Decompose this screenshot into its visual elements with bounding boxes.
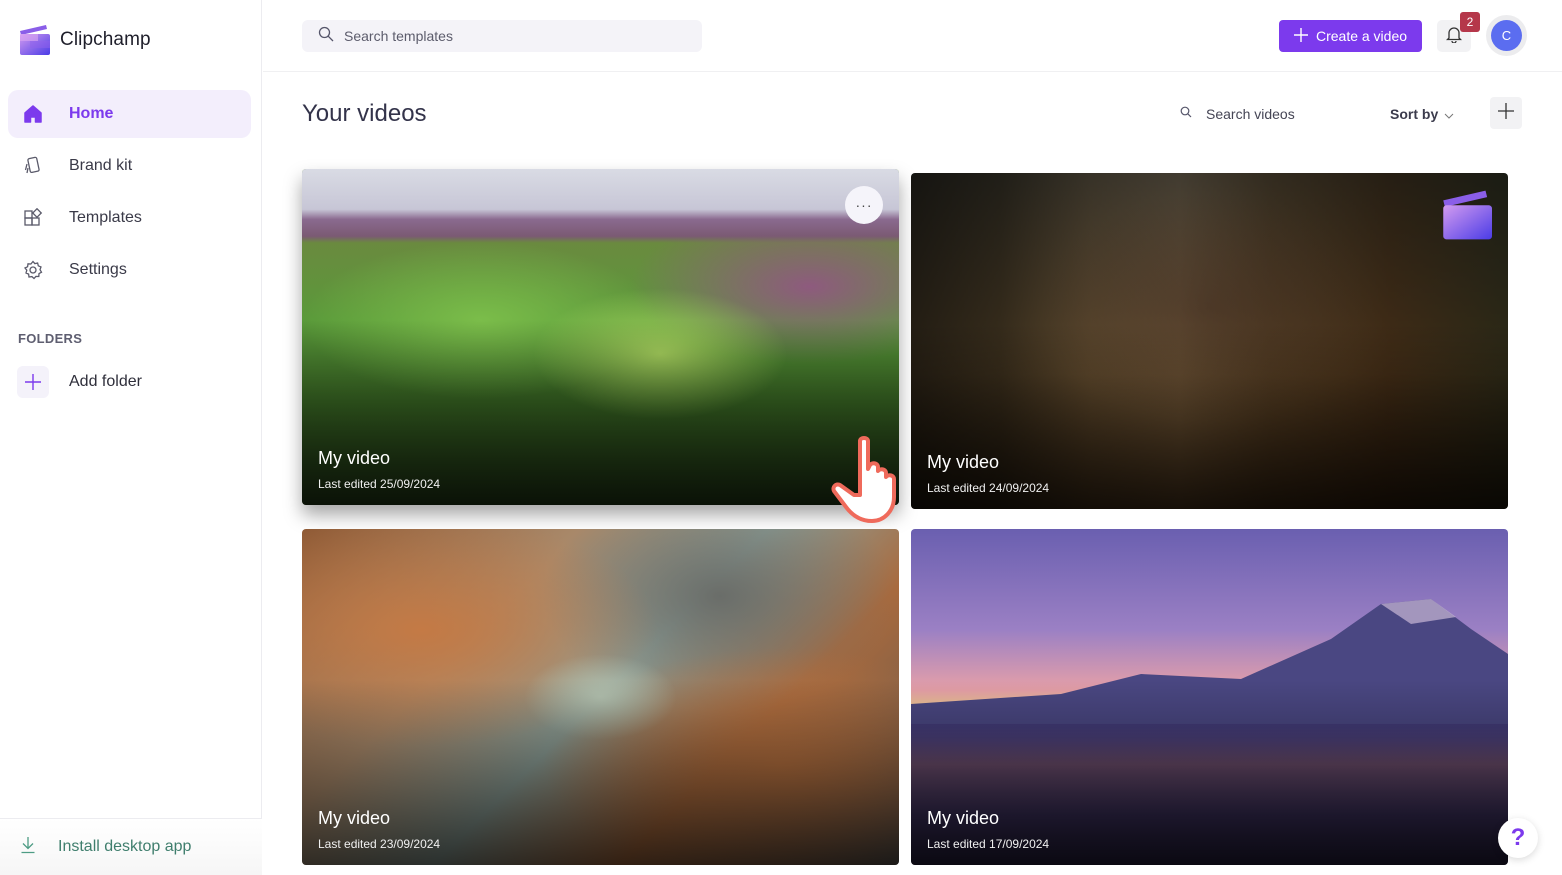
sidebar-item-label: Templates [69, 209, 142, 226]
avatar: C [1491, 20, 1522, 51]
clipchamp-logo-icon [18, 24, 50, 56]
templates-icon [22, 207, 44, 229]
gear-icon [22, 259, 44, 281]
sidebar-item-home[interactable]: Home [8, 90, 251, 138]
folders-heading: FOLDERS [18, 331, 83, 346]
install-label: Install desktop app [58, 838, 192, 855]
chevron-down-icon [1444, 106, 1454, 122]
app-root: Clipchamp Home Brand kit Templates Setti… [0, 0, 1562, 875]
app-name: Clipchamp [60, 29, 151, 50]
add-folder-button[interactable]: Add folder [17, 366, 142, 398]
search-videos-placeholder: Search videos [1206, 106, 1295, 122]
search-templates-input[interactable]: Search templates [302, 20, 702, 52]
sidebar-item-brand-kit[interactable]: Brand kit [8, 142, 251, 190]
search-icon [318, 26, 334, 47]
video-date: Last edited 24/09/2024 [927, 481, 1050, 495]
video-date: Last edited 25/09/2024 [318, 477, 441, 491]
search-templates-placeholder: Search templates [344, 28, 453, 44]
download-icon [20, 836, 36, 859]
app-logo[interactable]: Clipchamp [18, 24, 151, 56]
account-button[interactable]: C [1486, 15, 1527, 56]
create-video-button[interactable]: Create a video [1279, 20, 1422, 52]
page-title: Your videos [302, 100, 427, 127]
sidebar-item-label: Brand kit [69, 157, 133, 174]
sidebar-nav: Home Brand kit Templates Settings [8, 90, 251, 298]
add-folder-label: Add folder [69, 373, 142, 390]
search-videos-input[interactable]: Search videos [1176, 100, 1346, 128]
video-title: My video [318, 448, 391, 468]
add-video-button[interactable] [1490, 97, 1522, 129]
question-icon: ? [1510, 824, 1526, 851]
sidebar: Clipchamp Home Brand kit Templates Setti… [0, 0, 262, 875]
sidebar-item-settings[interactable]: Settings [8, 246, 251, 294]
brand-kit-icon [22, 155, 44, 177]
top-bar: Search templates Create a video 2 C [263, 0, 1562, 72]
plus-icon [1293, 27, 1308, 45]
sidebar-item-templates[interactable]: Templates [8, 194, 251, 242]
video-date: Last edited 23/09/2024 [318, 837, 441, 851]
more-icon: ··· [855, 197, 873, 213]
sort-by-dropdown[interactable]: Sort by [1390, 100, 1454, 128]
help-button[interactable]: ? [1498, 818, 1538, 858]
video-card[interactable]: My video Last edited 17/09/2024 [911, 529, 1508, 865]
sidebar-item-label: Settings [69, 261, 127, 278]
video-card[interactable]: My video Last edited 23/09/2024 [302, 529, 899, 865]
video-card[interactable]: ··· My video Last edited 25/09/2024 [302, 169, 899, 505]
plus-icon [1497, 102, 1515, 125]
video-title: My video [927, 808, 1000, 828]
search-icon [1180, 105, 1192, 123]
video-title: My video [927, 452, 1000, 472]
video-card[interactable]: My video Last edited 24/09/2024 [911, 173, 1508, 509]
plus-icon [17, 366, 49, 398]
more-options-button[interactable]: ··· [845, 186, 883, 224]
home-icon [22, 103, 44, 125]
install-desktop-app-button[interactable]: Install desktop app [0, 818, 262, 875]
video-title: My video [318, 808, 391, 828]
video-date: Last edited 17/09/2024 [927, 837, 1050, 851]
clipchamp-logo-icon [1443, 190, 1492, 240]
sidebar-item-label: Home [69, 105, 114, 122]
sort-by-label: Sort by [1390, 106, 1439, 122]
notification-badge: 2 [1460, 12, 1480, 32]
create-video-label: Create a video [1315, 28, 1408, 44]
